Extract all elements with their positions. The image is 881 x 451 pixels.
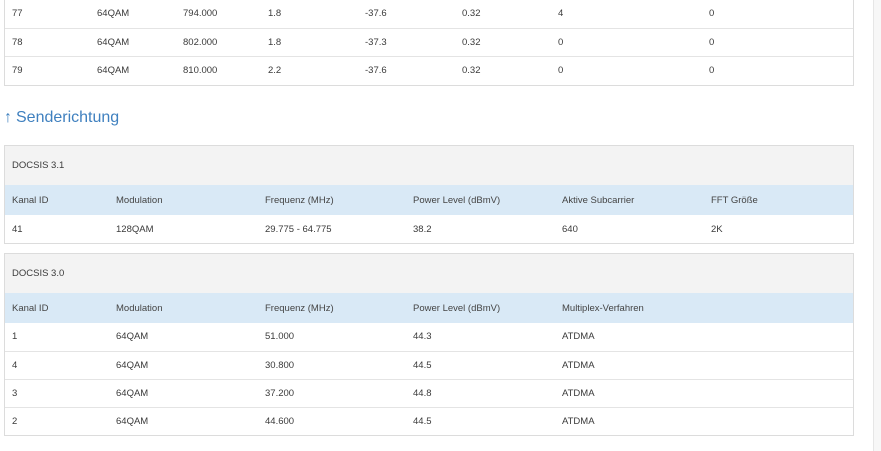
cell-frequency: 802.000 bbox=[176, 27, 261, 56]
table-row: 77 64QAM 794.000 1.8 -37.6 0.32 4 0 bbox=[5, 0, 853, 28]
table-row: 1 64QAM 51.000 44.3 ATDMA bbox=[5, 323, 853, 351]
table-header-row: Kanal ID Modulation Frequenz (MHz) Power… bbox=[5, 293, 853, 323]
column-header: Multiplex-Verfahren bbox=[562, 302, 644, 314]
cell-latency: 0.32 bbox=[455, 55, 551, 84]
arrow-up-icon: ↑ bbox=[4, 109, 12, 126]
table-row: 3 64QAM 37.200 44.8 ATDMA bbox=[5, 378, 853, 407]
cell-multiplex: ATDMA bbox=[555, 378, 853, 407]
cell-modulation: 64QAM bbox=[90, 27, 176, 56]
cell-channel-id: 2 bbox=[5, 406, 109, 435]
column-header: Kanal ID bbox=[12, 302, 49, 314]
cell-uncorrectable-errors: 0 bbox=[702, 55, 853, 84]
cell-modulation: 64QAM bbox=[90, 55, 176, 84]
cell-corrected-errors: 0 bbox=[551, 55, 702, 84]
upstream-heading: ↑ Senderichtung bbox=[4, 109, 119, 127]
cell-power-level: 44.5 bbox=[406, 350, 555, 379]
scrollbar[interactable] bbox=[873, 0, 881, 451]
cell-fft-size: 2K bbox=[711, 223, 723, 235]
column-header: Power Level (dBmV) bbox=[413, 302, 501, 314]
cell-corrected-errors: 0 bbox=[551, 27, 702, 56]
column-header: Aktive Subcarrier bbox=[562, 194, 635, 206]
column-header: Power Level (dBmV) bbox=[413, 194, 501, 206]
cell-modulation: 128QAM bbox=[116, 223, 154, 235]
docsis31-panel: DOCSIS 3.1 Kanal ID Modulation Frequenz … bbox=[4, 145, 854, 244]
cell-frequency: 810.000 bbox=[176, 55, 261, 84]
cell-power-level: 44.5 bbox=[406, 406, 555, 435]
docsis31-table: Kanal ID Modulation Frequenz (MHz) Power… bbox=[5, 185, 853, 243]
cell-corrected-errors: 4 bbox=[558, 8, 564, 20]
cell-frequency: 37.200 bbox=[258, 378, 406, 407]
cell-power-level: 1.8 bbox=[261, 27, 358, 56]
docsis30-panel: DOCSIS 3.0 Kanal ID Modulation Frequenz … bbox=[4, 253, 854, 436]
cell-power-level: 2.2 bbox=[261, 55, 358, 84]
cell-modulation: 64QAM bbox=[109, 378, 258, 407]
docsis30-table: Kanal ID Modulation Frequenz (MHz) Power… bbox=[5, 293, 853, 435]
cell-latency: 0.32 bbox=[455, 27, 551, 56]
column-header: Frequenz (MHz) bbox=[265, 194, 334, 206]
table-row: 2 64QAM 44.600 44.5 ATDMA bbox=[5, 406, 853, 435]
cell-multiplex: ATDMA bbox=[555, 406, 853, 435]
cell-channel-id: 79 bbox=[5, 55, 90, 84]
cell-multiplex: ATDMA bbox=[562, 331, 595, 343]
downstream-table: 77 64QAM 794.000 1.8 -37.6 0.32 4 0 78 6… bbox=[4, 0, 854, 86]
cell-uncorrectable-errors: 0 bbox=[709, 8, 715, 20]
cell-frequency: 30.800 bbox=[258, 350, 406, 379]
cell-uncorrectable-errors: 0 bbox=[702, 27, 853, 56]
cell-power-level: 44.8 bbox=[406, 378, 555, 407]
column-header: Frequenz (MHz) bbox=[265, 302, 334, 314]
docsis31-title: DOCSIS 3.1 bbox=[5, 146, 853, 185]
cell-channel-id: 77 bbox=[12, 8, 23, 20]
cell-frequency: 51.000 bbox=[265, 331, 295, 343]
table-header-row: Kanal ID Modulation Frequenz (MHz) Power… bbox=[5, 185, 853, 215]
table-row: 79 64QAM 810.000 2.2 -37.6 0.32 0 0 bbox=[5, 55, 853, 84]
cell-frequency: 794.000 bbox=[183, 8, 218, 20]
cell-channel-id: 3 bbox=[5, 378, 109, 407]
cell-frequency: 29.775 - 64.775 bbox=[265, 223, 332, 235]
cell-power-level: 44.3 bbox=[413, 331, 432, 343]
cell-mer: -37.3 bbox=[358, 27, 455, 56]
column-header: FFT Größe bbox=[711, 194, 758, 206]
table-row: 4 64QAM 30.800 44.5 ATDMA bbox=[5, 350, 853, 379]
column-header: Kanal ID bbox=[12, 194, 49, 206]
cell-mer: -37.6 bbox=[365, 8, 387, 20]
column-header: Modulation bbox=[116, 302, 163, 314]
cell-active-subcarrier: 640 bbox=[562, 223, 578, 235]
cell-modulation: 64QAM bbox=[97, 8, 130, 20]
cell-modulation: 64QAM bbox=[109, 406, 258, 435]
cell-latency: 0.32 bbox=[462, 8, 481, 20]
cell-modulation: 64QAM bbox=[109, 350, 258, 379]
cell-channel-id: 78 bbox=[5, 27, 90, 56]
cell-mer: -37.6 bbox=[358, 55, 455, 84]
cell-frequency: 44.600 bbox=[258, 406, 406, 435]
table-row: 41 128QAM 29.775 - 64.775 38.2 640 2K bbox=[5, 215, 853, 243]
docsis30-title: DOCSIS 3.0 bbox=[5, 254, 853, 293]
cell-modulation: 64QAM bbox=[116, 331, 149, 343]
column-header: Modulation bbox=[116, 194, 163, 206]
cell-multiplex: ATDMA bbox=[555, 350, 853, 379]
cell-channel-id: 41 bbox=[12, 223, 23, 235]
cell-power-level: 38.2 bbox=[413, 223, 432, 235]
cell-channel-id: 1 bbox=[12, 331, 18, 343]
page: 77 64QAM 794.000 1.8 -37.6 0.32 4 0 78 6… bbox=[0, 0, 881, 451]
table-row: 78 64QAM 802.000 1.8 -37.3 0.32 0 0 bbox=[5, 27, 853, 56]
cell-channel-id: 4 bbox=[5, 350, 109, 379]
upstream-heading-text: Senderichtung bbox=[16, 109, 120, 126]
cell-power-level: 1.8 bbox=[268, 8, 282, 20]
